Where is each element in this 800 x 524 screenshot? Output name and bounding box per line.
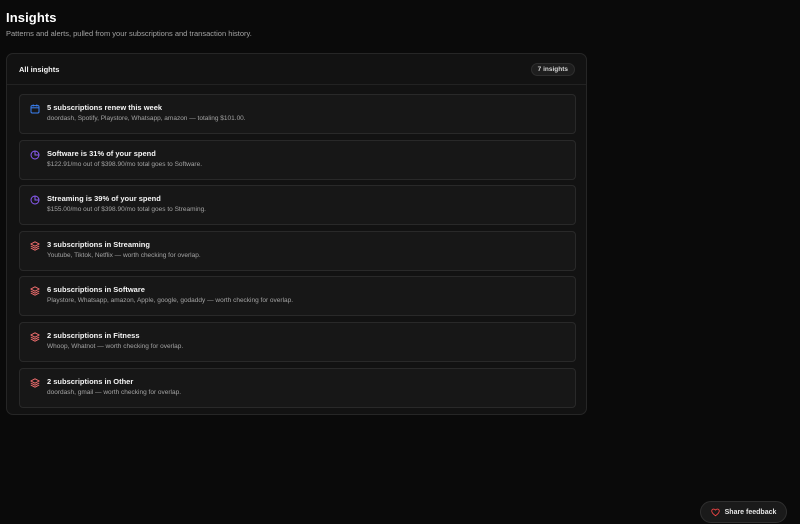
insight-title: 3 subscriptions in Streaming bbox=[47, 239, 150, 249]
insight-text: 5 subscriptions renew this week doordash… bbox=[47, 103, 246, 124]
insight-title: 6 subscriptions in Software bbox=[47, 285, 145, 295]
insight-title: Streaming is 39% of your spend bbox=[47, 194, 161, 204]
insight-title: Software is 31% of your spend bbox=[47, 148, 156, 158]
insight-card: 3 subscriptions in Streaming Youtube, Ti… bbox=[19, 230, 576, 271]
insights-page: Insights Patterns and alerts, pulled fro… bbox=[0, 0, 800, 524]
insight-title: 5 subscriptions renew this week bbox=[47, 103, 163, 112]
insight-text: 3 subscriptions in Streaming Youtube, Ti… bbox=[47, 240, 201, 261]
pie-chart-icon bbox=[30, 150, 40, 160]
insight-title: 2 subscriptions in Fitness bbox=[47, 330, 140, 340]
insight-text: 2 subscriptions in Other doordash, gmail… bbox=[47, 377, 181, 398]
insight-description: Whoop, Whatnot — worth checking for over… bbox=[47, 342, 184, 350]
heart-icon bbox=[710, 508, 720, 517]
insight-card: 5 subscriptions renew this week doordash… bbox=[19, 94, 576, 134]
insight-title: 2 subscriptions in Other bbox=[47, 376, 134, 386]
insights-panel: All insights 7 insights 5 subscriptions … bbox=[6, 53, 587, 415]
insight-description: doordash, Spotify, Playstore, Whatsapp, … bbox=[47, 115, 246, 122]
insight-text: 2 subscriptions in Fitness Whoop, Whatno… bbox=[47, 331, 183, 352]
insights-count-badge: 7 insights bbox=[530, 62, 575, 76]
insight-card: Streaming is 39% of your spend $155.00/m… bbox=[19, 185, 576, 226]
panel-title: All insights bbox=[19, 64, 60, 74]
insight-description: doordash, gmail — worth checking for ove… bbox=[47, 388, 182, 396]
insight-text: Streaming is 39% of your spend $155.00/m… bbox=[47, 194, 206, 215]
page-title: Insights bbox=[6, 10, 57, 25]
insight-text: Software is 31% of your spend $122.91/mo… bbox=[47, 149, 202, 170]
layers-icon bbox=[30, 286, 40, 297]
insight-card: 2 subscriptions in Other doordash, gmail… bbox=[19, 367, 576, 408]
layers-icon bbox=[30, 377, 40, 388]
insight-description: $155.00/mo out of $398.90/mo total goes … bbox=[47, 206, 206, 214]
page-subtitle: Patterns and alerts, pulled from your su… bbox=[6, 29, 252, 38]
calendar-icon bbox=[30, 104, 40, 114]
share-feedback-button[interactable]: Share feedback bbox=[700, 501, 787, 523]
share-feedback-label: Share feedback bbox=[724, 508, 777, 516]
insight-card: 2 subscriptions in Fitness Whoop, Whatno… bbox=[19, 321, 576, 362]
layers-icon bbox=[30, 241, 40, 251]
insight-card: Software is 31% of your spend $122.91/mo… bbox=[19, 139, 576, 180]
insight-list: 5 subscriptions renew this week doordash… bbox=[19, 94, 576, 413]
panel-header: All insights 7 insights bbox=[7, 54, 586, 85]
pie-chart-icon bbox=[30, 195, 40, 205]
insight-description: Playstore, Whatsapp, amazon, Apple, goog… bbox=[47, 297, 294, 305]
insight-text: 6 subscriptions in Software Playstore, W… bbox=[47, 285, 293, 306]
insight-description: $122.91/mo out of $398.90/mo total goes … bbox=[47, 160, 203, 168]
insight-description: Youtube, Tiktok, Netflix — worth checkin… bbox=[47, 251, 201, 259]
insight-card: 6 subscriptions in Software Playstore, W… bbox=[19, 276, 576, 317]
layers-icon bbox=[30, 332, 40, 342]
